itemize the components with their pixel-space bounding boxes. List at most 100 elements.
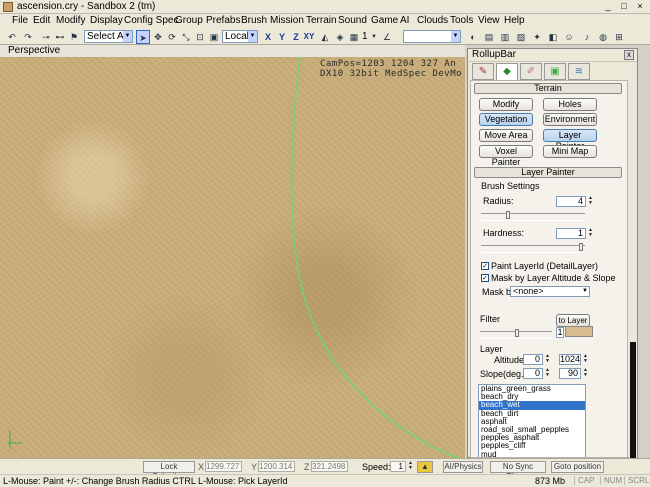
menu-ai[interactable]: AI bbox=[400, 15, 409, 26]
layer-painter-section-header[interactable]: Layer Painter bbox=[474, 167, 622, 178]
menu-brush[interactable]: Brush bbox=[241, 15, 267, 26]
radius-spinner[interactable]: ▲ ▼ bbox=[587, 196, 594, 207]
slope-max-spinner[interactable]: ▲ ▼ bbox=[582, 368, 589, 379]
menu-edit[interactable]: Edit bbox=[33, 15, 50, 26]
unlink-icon[interactable]: ⊷ bbox=[53, 30, 67, 44]
hardness-slider-knob[interactable] bbox=[579, 243, 583, 251]
filter-slider-knob[interactable] bbox=[515, 329, 519, 337]
menu-game[interactable]: Game bbox=[371, 15, 398, 26]
speed-spinner[interactable]: ▲ ▼ bbox=[407, 461, 414, 473]
character-editor-icon[interactable]: ☺ bbox=[562, 30, 576, 44]
minimize-icon[interactable]: _ bbox=[601, 1, 615, 13]
rollup-scrollbar[interactable] bbox=[629, 80, 637, 458]
altitude-max-input[interactable]: 1024 bbox=[559, 354, 581, 365]
tab-objects-icon[interactable]: ✎ bbox=[472, 63, 494, 80]
menu-modify[interactable]: Modify bbox=[56, 15, 85, 26]
tab-modeling-icon[interactable]: ✐ bbox=[520, 63, 542, 80]
menu-terrain[interactable]: Terrain bbox=[306, 15, 337, 26]
perspective-viewport[interactable]: CamPos=1203 1204 327 An DX10 32bit MedSp… bbox=[0, 57, 465, 458]
radius-input[interactable]: 4 bbox=[556, 196, 586, 207]
layer-list[interactable]: plains_green_grass beach_dry beach_wet b… bbox=[478, 384, 586, 457]
texture-icon[interactable]: ◧ bbox=[546, 30, 560, 44]
radius-slider-knob[interactable] bbox=[506, 211, 510, 219]
menu-mission[interactable]: Mission bbox=[270, 15, 304, 26]
layer-item-mud[interactable]: mud bbox=[479, 450, 585, 457]
ai-physics-button[interactable]: AI/Physics bbox=[443, 461, 483, 473]
hardness-spinner[interactable]: ▲ ▼ bbox=[587, 228, 594, 239]
terrain-editor-icon[interactable]: ▥ bbox=[498, 30, 512, 44]
hardness-input[interactable]: 1 bbox=[556, 228, 586, 239]
tab-layers-icon[interactable]: ≋ bbox=[568, 63, 590, 80]
menu-clouds[interactable]: Clouds bbox=[417, 15, 448, 26]
angle-snap-icon[interactable]: ∠ bbox=[380, 30, 394, 44]
z-position-field[interactable]: 321.2498 bbox=[311, 461, 348, 472]
hardness-slider[interactable] bbox=[481, 243, 585, 253]
redo-icon[interactable]: ↷ bbox=[21, 30, 35, 44]
axis-xy-button[interactable]: XY bbox=[302, 30, 316, 44]
rotate-icon[interactable]: ⟳ bbox=[165, 30, 179, 44]
link-icon[interactable]: ⊸ bbox=[39, 30, 53, 44]
coord-system-dropdown[interactable]: Local ▼ bbox=[222, 30, 258, 43]
menu-sound[interactable]: Sound bbox=[338, 15, 367, 26]
voxel-painter-button[interactable]: Voxel Painter bbox=[479, 145, 533, 167]
menu-file[interactable]: File bbox=[12, 15, 28, 26]
sound-icon[interactable]: ♪ bbox=[580, 30, 594, 44]
lighting-icon[interactable]: ✦ bbox=[530, 30, 544, 44]
tab-display-icon[interactable]: ▣ bbox=[544, 63, 566, 80]
slope-max-input[interactable]: 90 bbox=[559, 368, 581, 379]
filter-value[interactable]: 1 bbox=[556, 327, 564, 338]
undo-icon[interactable]: ↶ bbox=[5, 30, 19, 44]
surface-snap-icon[interactable]: ◈ bbox=[333, 30, 347, 44]
maximize-icon[interactable]: □ bbox=[617, 1, 631, 13]
track-view-icon[interactable]: ▤ bbox=[482, 30, 496, 44]
scale-icon[interactable]: ⤡ bbox=[179, 30, 193, 44]
goto-position-button[interactable]: Goto position bbox=[551, 461, 604, 473]
move-icon[interactable]: ✥ bbox=[151, 30, 165, 44]
paint-layerid-checkbox[interactable]: ✓ bbox=[481, 262, 489, 270]
holes-button[interactable]: Holes bbox=[543, 98, 597, 111]
material-icon[interactable]: ◐ bbox=[466, 30, 480, 44]
flowgraph-icon[interactable]: ⊞ bbox=[612, 30, 626, 44]
mini-map-button[interactable]: Mini Map bbox=[543, 145, 597, 158]
menu-display[interactable]: Display bbox=[90, 15, 123, 26]
rollup-titlebar[interactable]: RollupBar x bbox=[468, 49, 637, 62]
mask-altitude-checkbox[interactable]: ✓ bbox=[481, 274, 489, 282]
slope-min-spinner[interactable]: ▲ ▼ bbox=[544, 368, 551, 379]
database-view-icon[interactable]: ▧ bbox=[514, 30, 528, 44]
filter-color-swatch[interactable] bbox=[565, 326, 593, 337]
x-position-field[interactable]: 1299.727 bbox=[205, 461, 242, 472]
tab-terrain-icon[interactable]: ◆ bbox=[496, 63, 518, 81]
layer-painter-button[interactable]: Layer Painter bbox=[543, 129, 597, 151]
chevron-down-icon[interactable]: ▼ bbox=[370, 30, 378, 44]
terrain-snap-icon[interactable]: ◭ bbox=[318, 30, 332, 44]
altitude-max-spinner[interactable]: ▲ ▼ bbox=[582, 354, 589, 365]
lock-selection-button[interactable]: Lock Selection bbox=[143, 461, 195, 481]
select-filter-dropdown[interactable]: Select All ▼ bbox=[84, 30, 133, 43]
menu-config-spec[interactable]: Config Spec bbox=[124, 15, 178, 26]
modify-button[interactable]: Modify bbox=[479, 98, 533, 111]
rollup-close-button[interactable]: x bbox=[624, 50, 634, 60]
slope-min-input[interactable]: 0 bbox=[523, 368, 543, 379]
environment-button[interactable]: Environment bbox=[543, 113, 597, 126]
close-icon[interactable]: × bbox=[633, 1, 647, 13]
vegetation-button[interactable]: Vegetation bbox=[479, 113, 533, 126]
y-position-field[interactable]: 1200.314 bbox=[258, 461, 295, 472]
move-area-button[interactable]: Move Area bbox=[479, 129, 533, 142]
align-icon[interactable]: ▣ bbox=[207, 30, 221, 44]
menu-prefabs[interactable]: Prefabs bbox=[206, 15, 240, 26]
radius-slider[interactable] bbox=[481, 211, 585, 221]
ai-icon[interactable]: ◍ bbox=[596, 30, 610, 44]
rollup-scrollbar-thumb[interactable] bbox=[630, 342, 636, 458]
grid-snap-icon[interactable]: ▦ bbox=[347, 30, 361, 44]
terrain-collision-icon[interactable]: ▲ bbox=[417, 461, 433, 473]
no-sync-player-button[interactable]: No Sync Player bbox=[490, 461, 546, 481]
menu-view[interactable]: View bbox=[478, 15, 500, 26]
menu-group[interactable]: Group bbox=[175, 15, 203, 26]
axis-z-button[interactable]: Z bbox=[289, 30, 303, 44]
filter-slider[interactable] bbox=[480, 329, 552, 339]
mask-by-dropdown[interactable]: <none> ▼ bbox=[510, 286, 590, 297]
menu-help[interactable]: Help bbox=[504, 15, 525, 26]
select-terrain-icon[interactable]: ⊡ bbox=[193, 30, 207, 44]
viewport-header[interactable]: Perspective bbox=[0, 45, 465, 57]
altitude-min-spinner[interactable]: ▲ ▼ bbox=[544, 354, 551, 365]
